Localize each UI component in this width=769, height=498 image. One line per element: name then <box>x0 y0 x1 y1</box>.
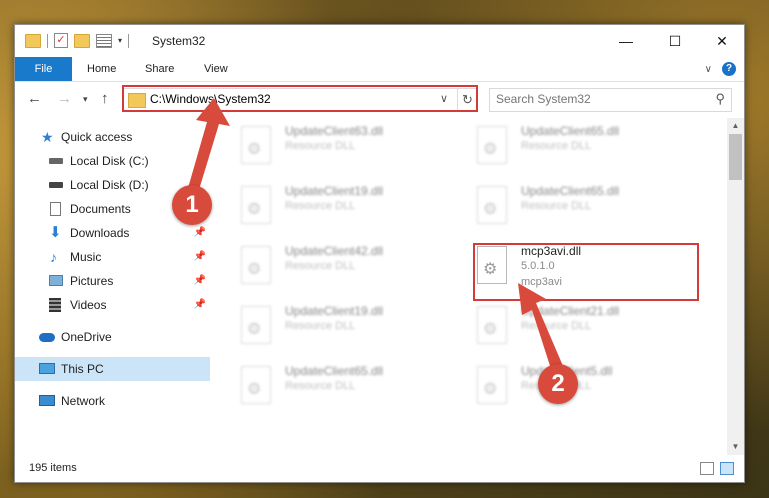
arrow-2-icon <box>518 283 563 372</box>
step-badge-2: 2 <box>538 364 578 404</box>
step-badge-1: 1 <box>172 185 212 225</box>
arrow-1-icon <box>186 98 230 195</box>
annotation-arrows <box>186 98 563 372</box>
